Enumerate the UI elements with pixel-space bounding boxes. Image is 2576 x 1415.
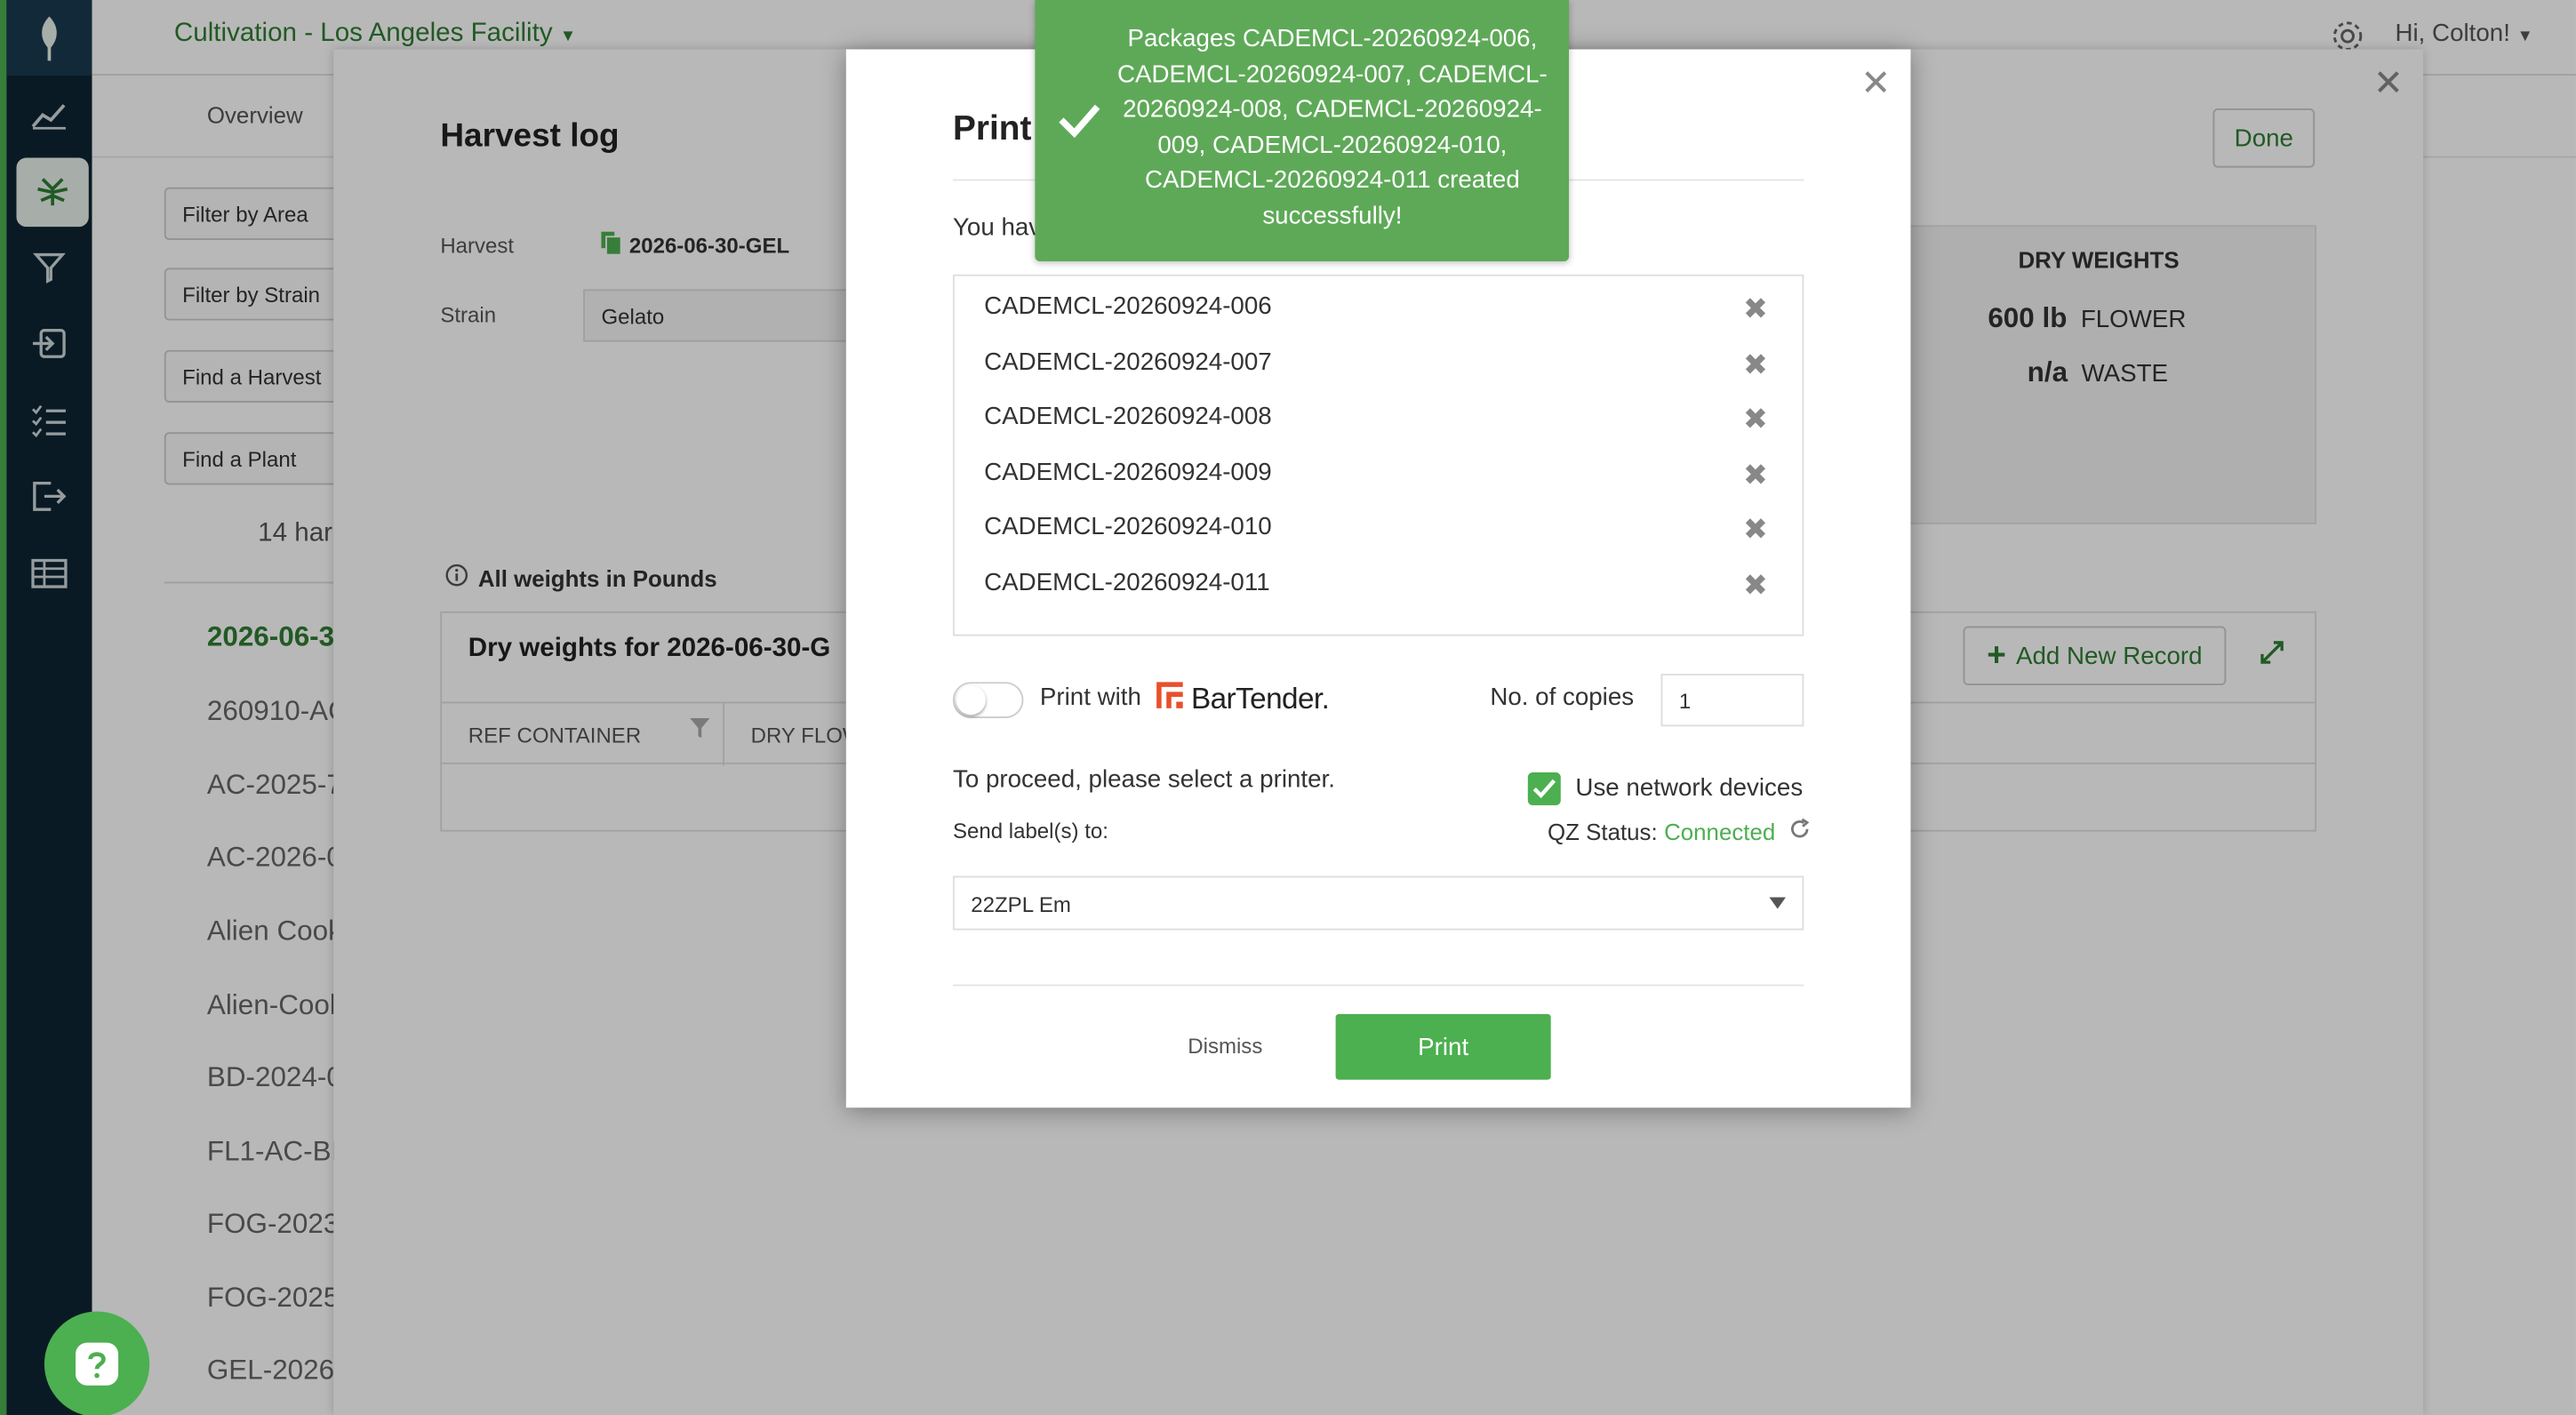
package-item: CADEMCL-20260924-010	[984, 512, 1272, 541]
network-devices-checkbox[interactable]	[1527, 772, 1561, 806]
caret-down-icon	[1769, 897, 1786, 909]
copies-input[interactable]: 1	[1660, 674, 1804, 727]
print-button[interactable]: Print	[1335, 1013, 1551, 1080]
qz-status-label: QZ Status:	[1548, 818, 1658, 845]
bartender-toggle[interactable]	[952, 682, 1024, 719]
package-item: CADEMCL-20260924-007	[984, 348, 1272, 377]
divider	[952, 984, 1804, 987]
remove-icon[interactable]: ✖	[1743, 348, 1768, 383]
success-toast: Packages CADEMCL-20260924-006, CADEMCL-2…	[1035, 0, 1570, 261]
help-icon[interactable]	[44, 1311, 150, 1415]
remove-icon[interactable]: ✖	[1743, 292, 1768, 327]
package-list: CADEMCL-20260924-006 ✖ CADEMCL-20260924-…	[952, 274, 1804, 636]
modal-title: Print	[952, 109, 1032, 148]
package-item: CADEMCL-20260924-006	[984, 292, 1272, 321]
refresh-icon[interactable]	[1788, 818, 1810, 845]
bartender-logo: BarTender.	[1155, 680, 1330, 718]
bartender-wordmark: BarTender.	[1190, 682, 1330, 715]
copies-label: No. of copies	[1490, 684, 1635, 712]
remove-icon[interactable]: ✖	[1743, 459, 1768, 493]
proceed-instruction: To proceed, please select a printer.	[952, 765, 1335, 795]
bartender-logo-icon	[1155, 680, 1184, 718]
qz-status: QZ Status: Connected	[1548, 818, 1810, 845]
package-item: CADEMCL-20260924-009	[984, 458, 1272, 487]
remove-icon[interactable]: ✖	[1743, 569, 1768, 604]
print-with-label: Print with	[1039, 684, 1141, 712]
modal-intro-text: You hav	[952, 213, 1042, 242]
send-labels-label: Send label(s) to:	[952, 818, 1108, 843]
remove-icon[interactable]: ✖	[1743, 513, 1768, 548]
qz-status-value: Connected	[1664, 818, 1776, 845]
package-item: CADEMCL-20260924-011	[984, 568, 1270, 597]
package-item: CADEMCL-20260924-008	[984, 403, 1272, 431]
dismiss-button[interactable]: Dismiss	[1188, 1034, 1262, 1059]
printer-select-value: 22ZPL Em	[971, 892, 1071, 917]
toast-message: Packages CADEMCL-20260924-006, CADEMCL-2…	[1116, 24, 1548, 230]
close-icon[interactable]: ✕	[1860, 62, 1891, 105]
remove-icon[interactable]: ✖	[1743, 403, 1768, 437]
network-devices-label: Use network devices	[1575, 773, 1804, 803]
printer-select[interactable]: 22ZPL Em	[952, 875, 1804, 931]
check-icon	[1056, 102, 1102, 147]
